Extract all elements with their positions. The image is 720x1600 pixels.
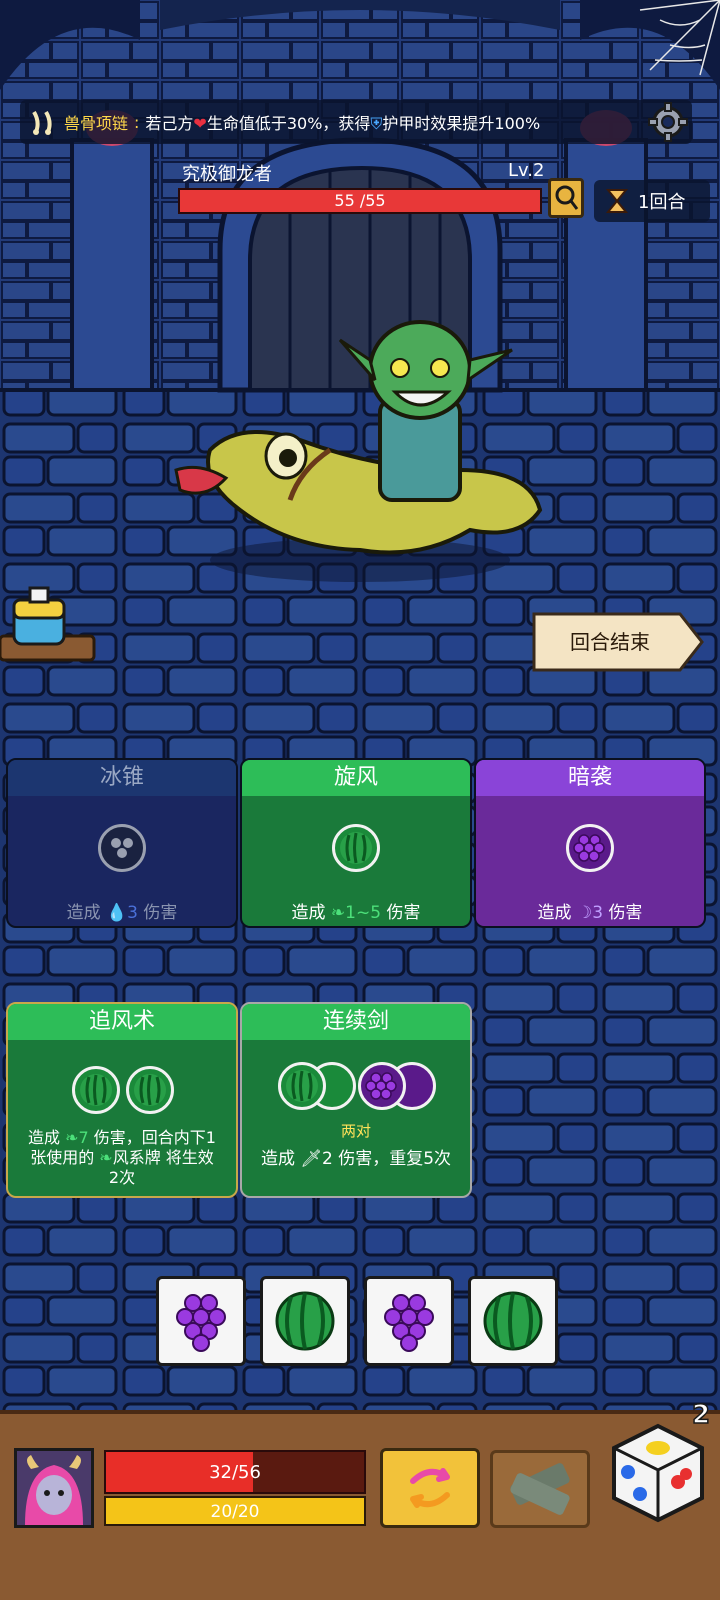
card-chase-wind[interactable]: 追风术 造成 ❧7 伤害，回合内下1 张使用的 ❧风系牌 将生效 2次	[6, 1002, 238, 1198]
card-combo-sword[interactable]: 连续剑 两对 造成 🗡2 伤害，重复5次	[240, 1002, 472, 1198]
grape-slot-icon[interactable]	[566, 824, 614, 872]
pair-label: 两对	[340, 1122, 371, 1140]
die-grape[interactable]	[156, 1276, 246, 1366]
wind-leaf-icon: ❧	[330, 903, 346, 923]
card-title: 暗袭	[476, 760, 704, 796]
potion-shelf[interactable]	[0, 586, 96, 672]
card-description: 造成 ❧1~5 伤害	[291, 903, 421, 923]
settings-gear-icon[interactable]	[648, 102, 688, 142]
watermelon-slot-icon[interactable]	[126, 1066, 174, 1114]
card-title: 追风术	[8, 1004, 236, 1040]
card-title: 冰锥	[8, 760, 236, 796]
inspect-enemy-button[interactable]	[548, 178, 584, 218]
relic-text-part3: 护甲时效果提升100%	[382, 114, 541, 133]
water-drop-icon: 💧	[106, 903, 128, 923]
card-title: 连续剑	[242, 1004, 470, 1040]
die-watermelon[interactable]	[468, 1276, 558, 1366]
shield-icon: ⛨	[370, 114, 383, 133]
round-counter: 1回合	[594, 180, 710, 222]
card-description: 造成 💧3 伤害	[66, 903, 178, 923]
player-hp-bar: 32/56	[104, 1450, 366, 1494]
magnifier-icon	[555, 185, 579, 210]
relic-effect-text: 若己方❤生命值低于30%，获得⛨护甲时效果提升100%	[145, 110, 540, 134]
swap-arrows-icon	[410, 1468, 450, 1508]
wind-leaf-icon: ❧	[99, 1148, 113, 1167]
grape-icon	[176, 1294, 226, 1352]
card-description: 造成 ❧7 伤害，回合内下1 张使用的 ❧风系牌 将生效 2次	[28, 1128, 216, 1187]
relic-colon: :	[134, 112, 140, 132]
card-description: 造成 ☽3 伤害	[537, 903, 643, 923]
enemy-hp-text: 55 /55	[334, 191, 386, 210]
end-turn-button[interactable]: 回合结束	[530, 610, 706, 674]
watermelon-slot-icon[interactable]	[278, 1062, 326, 1110]
enemy-level: Lv.2	[508, 160, 545, 181]
enemy-name: 究极御龙者	[182, 164, 272, 185]
card-description: 造成 🗡2 伤害，重复5次	[260, 1149, 452, 1169]
relic-text-part1: 若己方	[145, 114, 194, 133]
card-whirlwind[interactable]: 旋风 造成 ❧1~5 伤害	[240, 758, 472, 928]
card-ambush[interactable]: 暗袭 造成 ☽3 伤害	[474, 758, 706, 928]
watermelon-icon	[483, 1291, 543, 1351]
card-title: 旋风	[242, 760, 470, 796]
roll-dice-button-icon[interactable]	[606, 1420, 710, 1526]
card-ice-cone[interactable]: 冰锥 造成 💧3 伤害	[6, 758, 238, 928]
empty-dice-slot-icon[interactable]	[98, 824, 146, 872]
relic-text-part2: 生命值低于30%，获得	[206, 114, 371, 133]
swap-dice-button[interactable]	[380, 1448, 480, 1528]
wind-leaf-icon: ❧	[65, 1128, 79, 1147]
demon-girl-portrait-icon	[17, 1451, 91, 1525]
sword-icon: 🗡	[300, 1149, 322, 1169]
end-turn-label: 回合结束	[570, 630, 650, 654]
watermelon-slot-icon[interactable]	[332, 824, 380, 872]
relic-name: 兽骨项链	[64, 114, 129, 133]
game-screen: 兽骨项链: 若己方❤生命值低于30%，获得⛨护甲时效果提升100% 究极御龙者 …	[0, 0, 720, 1600]
die-grape[interactable]	[364, 1276, 454, 1366]
hourglass-scroll-icon	[605, 189, 629, 213]
player-armor-bar: 20/20	[104, 1496, 366, 1526]
watermelon-slot-icon[interactable]	[72, 1066, 120, 1114]
round-label: 1回合	[638, 192, 686, 213]
bone-necklace-icon	[32, 110, 52, 135]
grape-icon	[384, 1294, 434, 1352]
player-avatar[interactable]	[14, 1448, 94, 1528]
bandage-button[interactable]	[490, 1450, 590, 1528]
heart-icon: ❤	[193, 114, 207, 133]
player-armor-text: 20/20	[210, 1502, 260, 1522]
player-hp-text: 32/56	[209, 1462, 261, 1483]
die-watermelon[interactable]	[260, 1276, 350, 1366]
enemy-hp-bar: 55 /55	[178, 188, 542, 214]
bandage-icon	[510, 1463, 570, 1515]
watermelon-icon	[275, 1291, 335, 1351]
relic-banner: 兽骨项链: 若己方❤生命值低于30%，获得⛨护甲时效果提升100%	[20, 100, 692, 144]
moon-icon: ☽	[576, 903, 593, 923]
grape-slot-icon[interactable]	[358, 1062, 406, 1110]
